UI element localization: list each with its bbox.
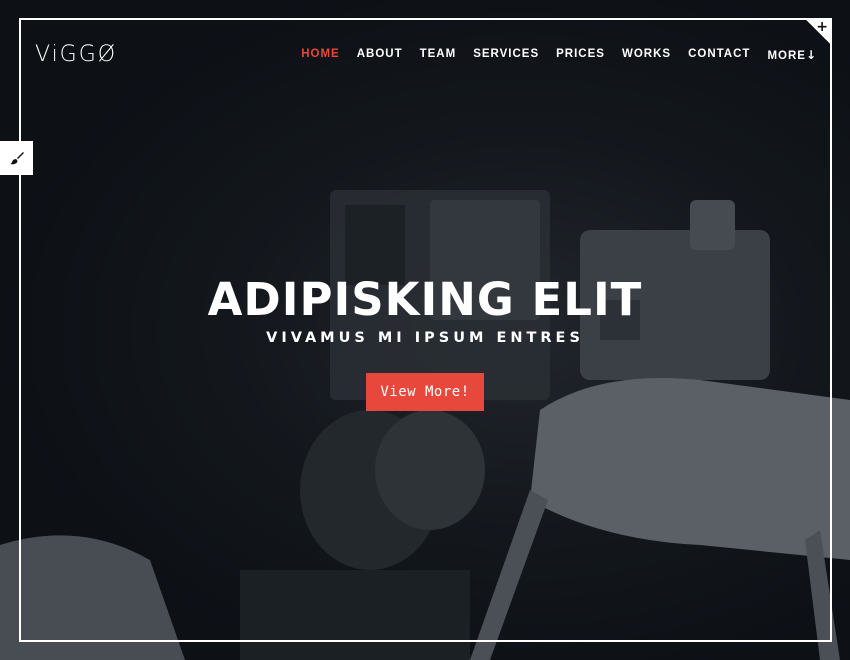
hero-title: ADIPISKING ELIT [207, 273, 643, 326]
nav-prices[interactable]: PRICES [556, 48, 605, 62]
plus-icon: + [816, 19, 828, 35]
site-logo[interactable]: ViGGØ [35, 42, 117, 67]
nav-home[interactable]: HOME [301, 48, 340, 62]
nav-services[interactable]: SERVICES [473, 48, 539, 62]
main-nav: HOME ABOUT TEAM SERVICES PRICES WORKS CO… [284, 48, 817, 62]
nav-works[interactable]: WORKS [622, 48, 671, 62]
paintbrush-icon [9, 152, 24, 165]
nav-team[interactable]: TEAM [420, 48, 457, 62]
nav-contact[interactable]: CONTACT [688, 48, 750, 62]
nav-more-label: MORE [767, 50, 806, 62]
arrow-down-icon: ↓ [805, 48, 817, 62]
nav-more[interactable]: MORE↓ [767, 48, 817, 62]
style-switcher-button[interactable] [0, 141, 33, 175]
corner-toggle-button[interactable]: + [804, 18, 832, 46]
nav-about[interactable]: ABOUT [357, 48, 403, 62]
hero-subtitle: VIVAMUS MI IPSUM ENTRES [266, 330, 584, 346]
view-more-button[interactable]: View More! [366, 373, 484, 411]
